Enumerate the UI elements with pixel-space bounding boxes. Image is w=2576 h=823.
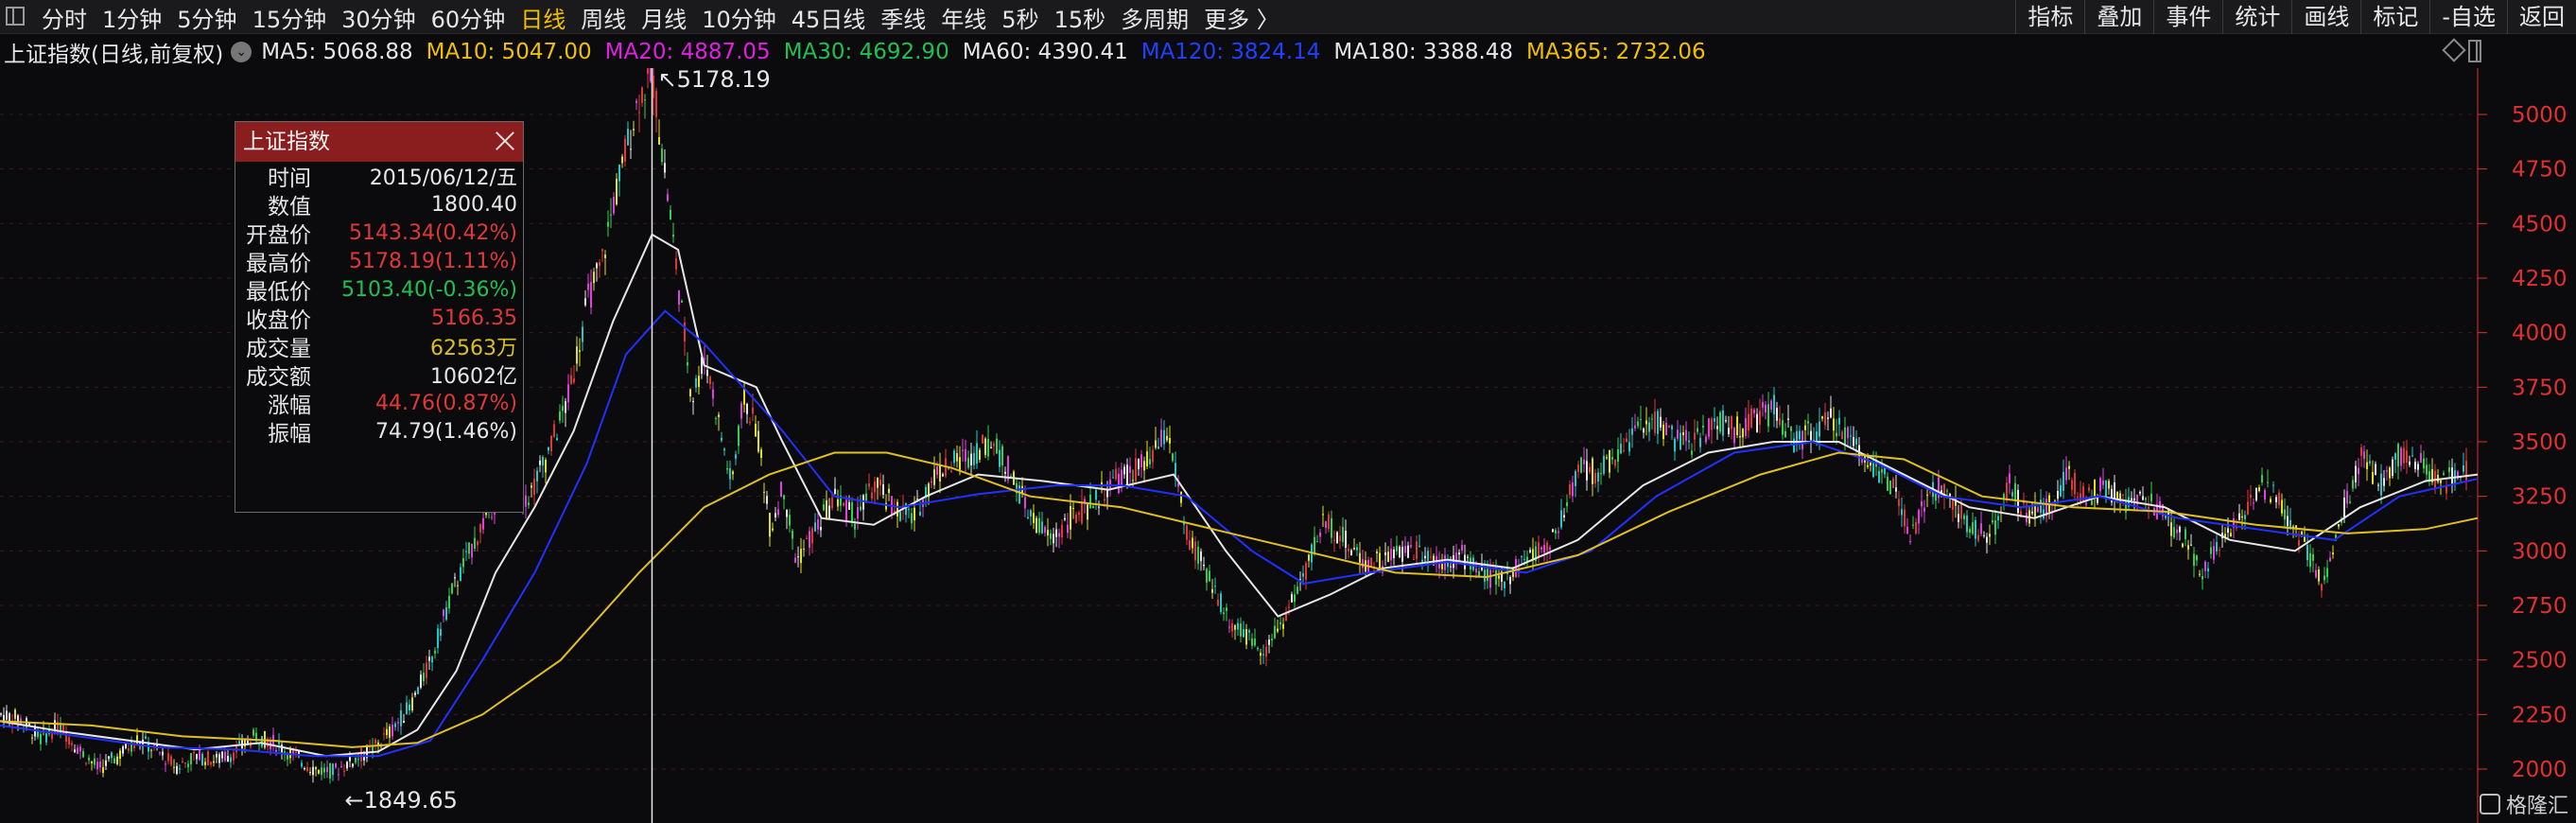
popup-row: 开盘价 5143.34(0.42%) [235, 219, 523, 249]
tool-button[interactable]: 统计 [2222, 0, 2291, 34]
ma-legend-item: MA365: 2732.06 [1526, 40, 1706, 64]
popup-title: 上证指数 [243, 130, 330, 154]
y-tick-label: 3750 [2512, 376, 2567, 400]
ma-legend-item: MA10: 5047.00 [426, 40, 592, 64]
tool-button[interactable]: 标记 [2360, 0, 2429, 34]
ma-legend-item: MA5: 5068.88 [261, 40, 413, 64]
period-tab[interactable]: 5秒 [1001, 1, 1038, 34]
period-tab[interactable]: 15分钟 [252, 1, 327, 34]
y-tick-label: 2250 [2512, 703, 2567, 727]
y-tick-label: 3250 [2512, 485, 2567, 510]
popup-key: 收盘价 [246, 308, 311, 333]
info-popup[interactable]: 上证指数 时间 2015/06/12/五数值 1800.40 开盘价 5143.34(0… [235, 121, 524, 513]
popup-header: 上证指数 [235, 122, 523, 162]
period-tab[interactable]: 分时 [42, 1, 87, 34]
popup-rows: 时间 2015/06/12/五数值 1800.40 开盘价 5143.34(0.42%)… [235, 162, 523, 447]
popup-value: 74.79(1.46%) [374, 419, 517, 444]
popup-value: 5166.35 [431, 306, 517, 330]
period-tab[interactable]: 5分钟 [177, 1, 236, 34]
ma-legend-item: MA30: 4692.90 [783, 40, 949, 64]
popup-key: 涨幅 [268, 394, 311, 418]
y-tick-label: 3500 [2512, 430, 2567, 455]
period-tabs: 分时 1分钟 5分钟 15分钟 30分钟 60分钟 日线 周线 月线 10分钟 45日线 季线 年线 5秒… [42, 0, 1295, 34]
y-tick-label: 4750 [2512, 158, 2567, 183]
period-tab[interactable]: 10分钟 [702, 1, 776, 34]
y-tick-label: 4000 [2512, 322, 2567, 346]
period-tab[interactable]: 45日线 [792, 1, 866, 34]
popup-value: 5103.40(-0.36%) [341, 277, 517, 302]
period-tab[interactable]: 1分钟 [102, 1, 162, 34]
period-tab[interactable]: 60分钟 [431, 1, 506, 34]
y-tick-label: 4250 [2512, 267, 2567, 291]
ma-legend-item: MA60: 4390.41 [962, 40, 1128, 64]
ma-legend-item: MA180: 3388.48 [1333, 40, 1514, 64]
popup-row: 成交额 10602亿 [235, 360, 523, 390]
popup-row: 振幅 74.79(1.46%) [235, 417, 523, 447]
popup-row: 数值 1800.40 [235, 190, 523, 220]
brand-logo: 格隆汇 [2479, 789, 2568, 819]
ma-legend-bar: 上证指数(日线,前复权) ⌄ MA5: 5068.88 MA10: 5047.00… [0, 36, 2576, 68]
period-tab[interactable]: 月线 [641, 1, 687, 34]
chart-title: 上证指数(日线,前复权) [4, 43, 224, 67]
y-tick-label: 2000 [2512, 758, 2567, 782]
period-tab[interactable]: 15秒 [1054, 1, 1106, 34]
tool-button[interactable]: 事件 [2153, 0, 2222, 34]
top-toolbar: 分时 1分钟 5分钟 15分钟 30分钟 60分钟 日线 周线 月线 10分钟 45日线 季线 年线 5秒… [0, 0, 2576, 34]
popup-row: 时间 2015/06/12/五 [235, 162, 523, 191]
y-tick-label: 2500 [2512, 649, 2567, 674]
period-tab[interactable]: 多周期 [1121, 1, 1189, 34]
popup-key: 开盘价 [246, 223, 311, 248]
popup-key: 时间 [268, 166, 311, 191]
popup-key: 成交额 [246, 365, 311, 390]
period-tab[interactable]: 年线 [941, 1, 986, 34]
panel-toggle-icon[interactable] [2468, 40, 2481, 62]
period-tab[interactable]: 日线 [520, 1, 566, 34]
popup-key: 数值 [268, 195, 311, 219]
popup-key: 最低价 [246, 280, 311, 305]
close-icon[interactable] [495, 131, 515, 151]
popup-key: 最高价 [246, 252, 311, 276]
tool-button[interactable]: -自选 [2429, 0, 2507, 34]
y-tick-label: 5000 [2512, 103, 2567, 128]
tool-button[interactable]: 返回 [2507, 0, 2576, 34]
popup-row: 成交量 62563万 [235, 332, 523, 361]
period-tab[interactable]: 30分钟 [341, 1, 416, 34]
popup-value: 62563万 [430, 337, 517, 360]
tool-buttons: 指标 叠加 事件 统计 画线 标记 -自选 返回 [2015, 0, 2576, 34]
tool-button[interactable]: 指标 [2015, 0, 2084, 34]
settings-circle-icon[interactable]: ⌄ [231, 42, 252, 62]
y-tick-label: 2750 [2512, 594, 2567, 619]
popup-value: 2015/06/12/五 [369, 166, 517, 190]
popup-value: 10602亿 [430, 365, 517, 389]
popup-key: 成交量 [246, 337, 311, 361]
period-tab[interactable]: 季线 [880, 1, 926, 34]
popup-value: 44.76(0.87%) [374, 391, 517, 415]
period-tab[interactable]: 更多 〉 [1204, 1, 1279, 34]
layout-icon[interactable] [6, 7, 25, 26]
popup-row: 最高价 5178.19(1.11%) [235, 247, 523, 277]
ma-legend-item: MA120: 3824.14 [1140, 40, 1321, 64]
y-tick-label: 3000 [2512, 539, 2567, 564]
popup-value: 5143.34(0.42%) [348, 220, 517, 245]
tool-button[interactable]: 画线 [2291, 0, 2360, 34]
popup-row: 收盘价 5166.35 [235, 304, 523, 334]
ma-legend-item: MA20: 4887.05 [604, 40, 771, 64]
y-tick-label: 4500 [2512, 212, 2567, 236]
popup-value: 5178.19(1.11%) [348, 249, 517, 273]
tool-button[interactable]: 叠加 [2084, 0, 2153, 34]
period-tab[interactable]: 周线 [581, 1, 626, 34]
low-price-label: ←1849.65 [344, 787, 458, 814]
popup-row: 最低价 5103.40(-0.36%) [235, 275, 523, 306]
popup-value: 1800.40 [431, 192, 517, 217]
logo-icon [2479, 794, 2500, 814]
high-price-label: ↖5178.19 [657, 65, 771, 93]
popup-key: 振幅 [268, 422, 311, 447]
popup-row: 涨幅 44.76(0.87%) [235, 389, 523, 419]
